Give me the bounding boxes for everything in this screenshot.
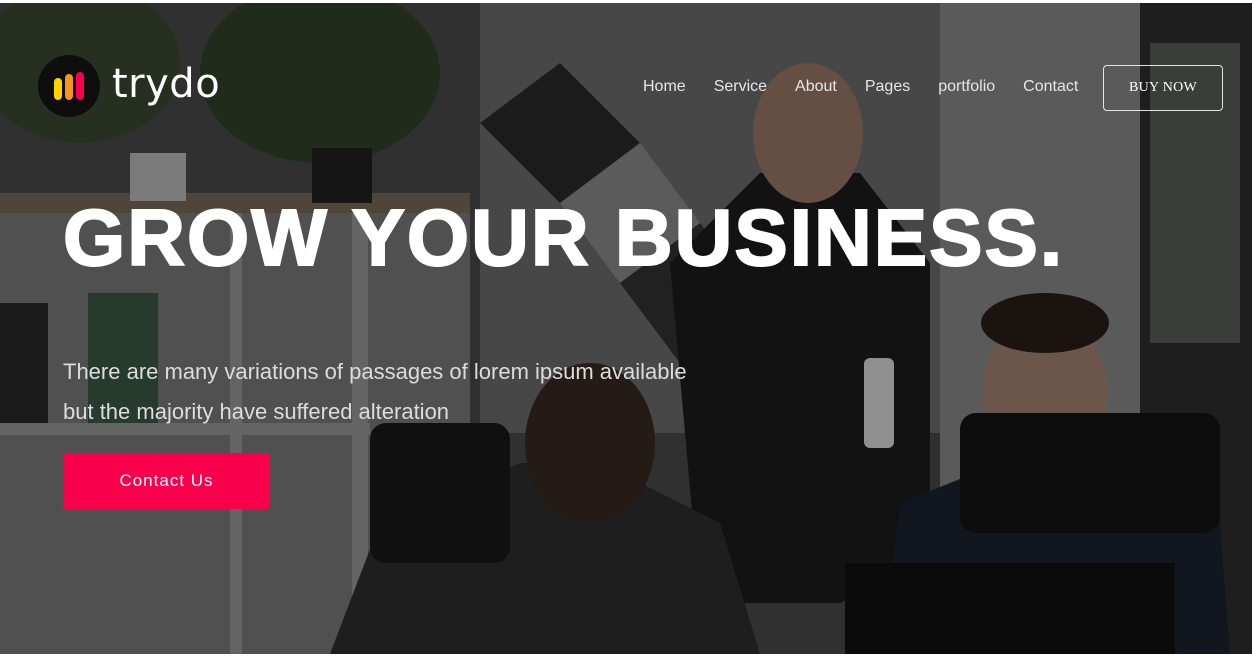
logo-icon (38, 55, 100, 117)
nav-portfolio[interactable]: portfolio (938, 78, 995, 96)
buy-now-button[interactable]: BUY NOW (1103, 65, 1223, 111)
nav-contact[interactable]: Contact (1023, 78, 1078, 96)
hero-description: There are many variations of passages of… (63, 352, 763, 432)
main-nav: Home Service About Pages portfolio Conta… (643, 78, 1078, 96)
nav-pages[interactable]: Pages (865, 78, 910, 96)
nav-home[interactable]: Home (643, 78, 686, 96)
nav-service[interactable]: Service (714, 78, 767, 96)
hero-headline: GROW YOUR BUSINESS. (62, 193, 1065, 282)
brand-logo[interactable]: trydo (38, 55, 220, 117)
contact-us-button[interactable]: Contact Us (63, 453, 270, 509)
bottom-border (0, 654, 1252, 666)
brand-name: trydo (112, 61, 221, 107)
hero-description-line-2: but the majority have suffered alteratio… (63, 399, 450, 424)
hero-description-line-1: There are many variations of passages of… (63, 359, 687, 384)
nav-about[interactable]: About (795, 78, 837, 96)
